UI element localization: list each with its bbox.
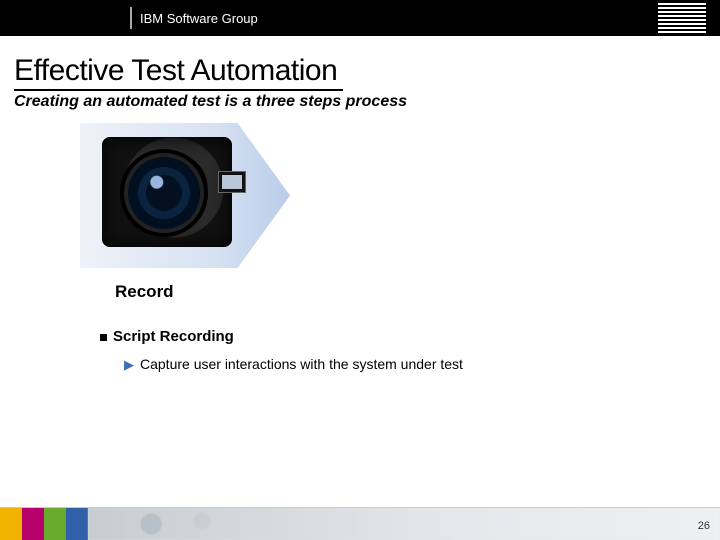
page-title: Effective Test Automation	[14, 54, 343, 91]
header-divider	[130, 7, 132, 29]
ibm-logo-icon	[658, 3, 706, 33]
swatch-yellow	[0, 508, 22, 540]
header-left: IBM Software Group	[0, 0, 258, 36]
bullet-level2: ▶ Capture user interactions with the sys…	[124, 355, 720, 372]
swatch-blue	[66, 508, 88, 540]
camera-viewfinder-icon	[218, 171, 246, 193]
hero-image	[80, 123, 290, 268]
footer-art	[88, 508, 720, 540]
header-bar: IBM Software Group	[0, 0, 720, 36]
arrow-bullet-icon: ▶	[124, 358, 134, 371]
swatch-green	[44, 508, 66, 540]
footer-bar	[0, 507, 720, 540]
bullet-block: Script Recording ▶ Capture user interact…	[100, 328, 720, 372]
swatch-magenta	[22, 508, 44, 540]
square-bullet-icon	[100, 334, 107, 341]
page-number: 26	[698, 520, 710, 532]
title-area: Effective Test Automation Creating an au…	[14, 54, 720, 111]
bullet-level2-text: Capture user interactions with the syste…	[140, 356, 463, 372]
bullet-level1: Script Recording	[100, 328, 720, 345]
camera-lens-icon	[128, 157, 200, 229]
bullet-level1-text: Script Recording	[113, 328, 234, 345]
header-group-label: IBM Software Group	[140, 11, 258, 26]
color-swatches	[0, 508, 88, 540]
step-label: Record	[115, 282, 720, 302]
page-subtitle: Creating an automated test is a three st…	[14, 93, 720, 111]
